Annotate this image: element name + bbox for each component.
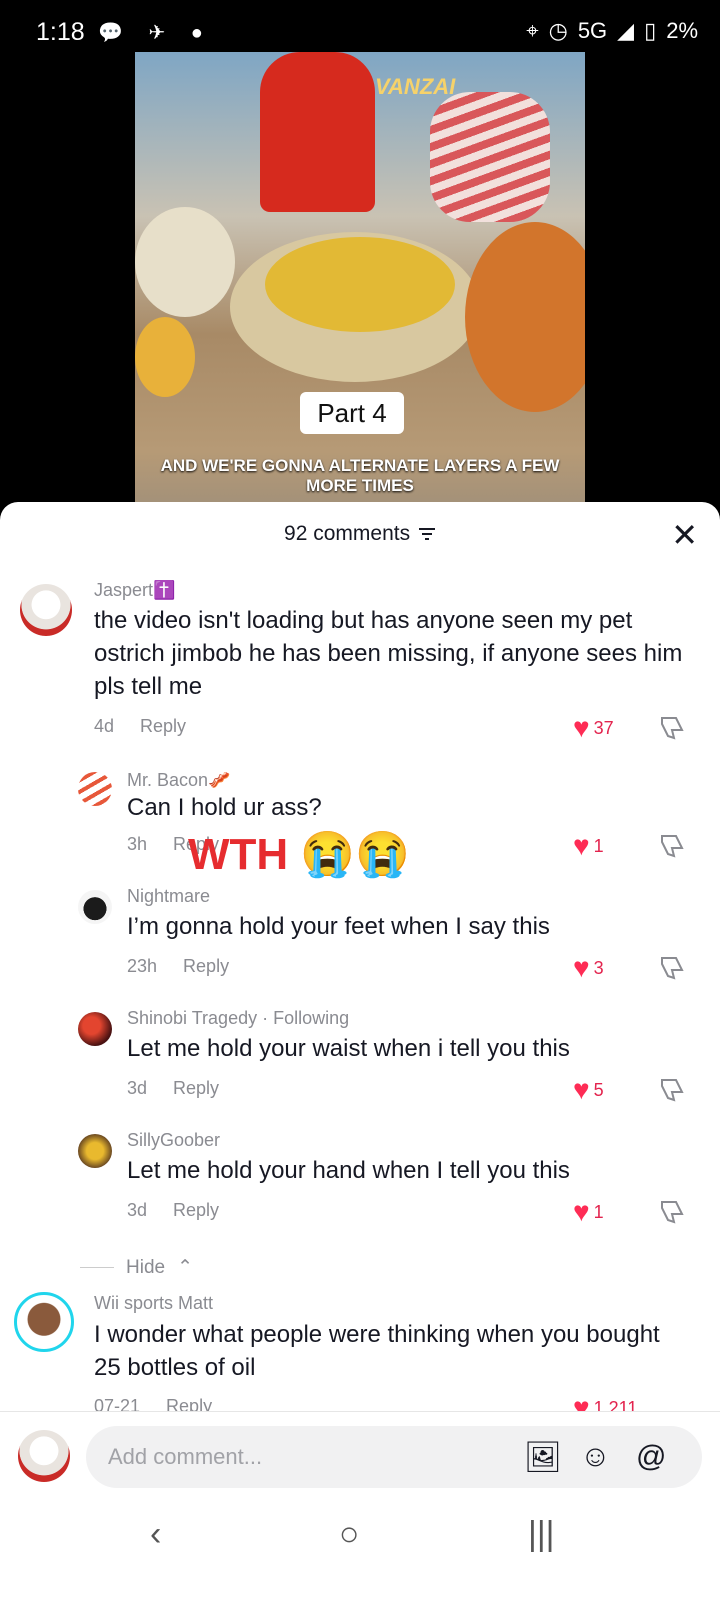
dislike-icon[interactable] bbox=[658, 1076, 686, 1104]
dislike-icon[interactable] bbox=[658, 1198, 686, 1226]
notification-icons: 💬 ✈ ● bbox=[98, 22, 213, 44]
video-bowl bbox=[135, 317, 195, 397]
comment-input[interactable]: Add comment... 🖼 ☺ @ bbox=[86, 1426, 702, 1488]
heart-icon: ♥ bbox=[573, 830, 590, 861]
comment-count: 92 comments bbox=[284, 522, 411, 545]
comment-author[interactable]: SillyGoober bbox=[127, 1130, 220, 1151]
overlay-sticker-text: WTH 😭😭 bbox=[188, 830, 410, 879]
like-count: 37 bbox=[593, 717, 614, 738]
heart-icon: ♥ bbox=[573, 712, 590, 743]
video-tray bbox=[465, 222, 585, 412]
avatar[interactable] bbox=[78, 772, 112, 806]
recents-icon[interactable]: ||| bbox=[528, 1515, 555, 1554]
comment-age: 4d bbox=[94, 716, 115, 736]
like-button[interactable]: ♥ 1 bbox=[573, 830, 604, 862]
sort-icon[interactable] bbox=[418, 526, 436, 542]
dislike-icon[interactable] bbox=[658, 954, 686, 982]
home-icon[interactable]: ○ bbox=[339, 1515, 360, 1554]
status-right: ⌖ ◷ 5G ◢ ▯ 2% bbox=[526, 18, 698, 44]
comment-age: 3h bbox=[127, 834, 148, 854]
comment-meta: 23h Reply bbox=[127, 956, 229, 977]
signal-icon: ◢ bbox=[617, 18, 635, 43]
battery-icon: ▯ bbox=[644, 18, 657, 43]
comment-meta: 3d Reply bbox=[127, 1078, 219, 1099]
image-icon[interactable]: 🖼 bbox=[524, 1440, 562, 1475]
like-button[interactable]: ♥ 37 bbox=[573, 712, 614, 744]
avatar[interactable] bbox=[78, 890, 112, 924]
like-count: 1 bbox=[593, 1201, 604, 1222]
comment-author[interactable]: Shinobi Tragedy · Following bbox=[127, 1008, 349, 1029]
like-button[interactable]: ♥ 5 bbox=[573, 1074, 604, 1106]
avatar bbox=[18, 1430, 70, 1482]
comment-text: the video isn't loading but has anyone s… bbox=[94, 607, 683, 700]
comments-header: 92 comments bbox=[0, 522, 720, 546]
video-brand: VANZAI bbox=[375, 74, 456, 99]
comment-author[interactable]: Jaspert✝️ bbox=[94, 580, 175, 601]
mention-icon[interactable]: @ bbox=[636, 1440, 666, 1474]
comment-author[interactable]: Mr. Bacon🥓 bbox=[127, 770, 230, 791]
comment-author[interactable]: Nightmare bbox=[127, 886, 210, 907]
heart-icon: ♥ bbox=[573, 1196, 590, 1227]
like-count: 1 bbox=[593, 835, 604, 856]
dislike-icon[interactable] bbox=[658, 714, 686, 742]
comment-age: 3d bbox=[127, 1200, 148, 1220]
comment-text: Let me hold your waist when i tell you t… bbox=[127, 1035, 570, 1062]
close-icon[interactable]: ✕ bbox=[671, 516, 698, 554]
reply-button[interactable]: Reply bbox=[140, 716, 186, 736]
comment-age: 3d bbox=[127, 1078, 148, 1098]
dislike-icon[interactable] bbox=[658, 832, 686, 860]
location-icon: ⌖ bbox=[526, 18, 539, 43]
comment-text: Let me hold your hand when I tell you th… bbox=[127, 1157, 570, 1184]
video-bowl bbox=[135, 207, 235, 317]
like-count: 5 bbox=[593, 1079, 604, 1100]
reply-button[interactable]: Reply bbox=[183, 956, 229, 976]
comment-meta: 3d Reply bbox=[127, 1200, 219, 1221]
status-time: 1:18 bbox=[36, 18, 85, 46]
divider bbox=[80, 1267, 114, 1268]
avatar[interactable] bbox=[78, 1012, 112, 1046]
like-button[interactable]: ♥ 3 bbox=[573, 952, 604, 984]
reply-button[interactable]: Reply bbox=[173, 1200, 219, 1220]
comment-text: Can I hold ur ass? bbox=[127, 794, 322, 821]
system-nav-bar: ‹ ○ ||| bbox=[0, 1501, 720, 1604]
avatar[interactable] bbox=[78, 1134, 112, 1168]
avatar[interactable] bbox=[20, 584, 72, 636]
input-placeholder: Add comment... bbox=[108, 1444, 263, 1469]
like-count: 3 bbox=[593, 957, 604, 978]
comment-age: 23h bbox=[127, 956, 158, 976]
hide-label: Hide bbox=[126, 1256, 166, 1278]
part-label: Part 4 bbox=[300, 392, 404, 434]
emoji-icon[interactable]: ☺ bbox=[580, 1440, 611, 1474]
like-button[interactable]: ♥ 1 bbox=[573, 1196, 604, 1228]
comment-input-bar: Add comment... 🖼 ☺ @ bbox=[0, 1411, 720, 1502]
battery-label: 2% bbox=[666, 18, 698, 43]
video-person bbox=[260, 52, 375, 212]
comment-text: I wonder what people were thinking when … bbox=[94, 1321, 660, 1381]
video-person bbox=[430, 92, 550, 222]
comment-author[interactable]: Wii sports Matt bbox=[94, 1293, 213, 1314]
back-icon[interactable]: ‹ bbox=[150, 1515, 161, 1554]
video-player[interactable]: VANZAI bbox=[135, 52, 585, 522]
alarm-icon: ◷ bbox=[548, 18, 568, 43]
heart-icon: ♥ bbox=[573, 1074, 590, 1105]
comment-meta: 4d Reply bbox=[94, 716, 186, 737]
hide-replies-button[interactable]: Hide ⌃ bbox=[80, 1256, 193, 1279]
video-filling bbox=[265, 237, 455, 332]
chevron-up-icon: ⌃ bbox=[177, 1257, 193, 1278]
heart-icon: ♥ bbox=[573, 952, 590, 983]
network-label: 5G bbox=[577, 18, 608, 43]
avatar[interactable] bbox=[14, 1292, 74, 1352]
comment-text: I’m gonna hold your feet when I say this bbox=[127, 913, 550, 940]
reply-button[interactable]: Reply bbox=[173, 1078, 219, 1098]
video-caption: AND WE'RE GONNA ALTERNATE LAYERS A FEW M… bbox=[160, 456, 560, 495]
